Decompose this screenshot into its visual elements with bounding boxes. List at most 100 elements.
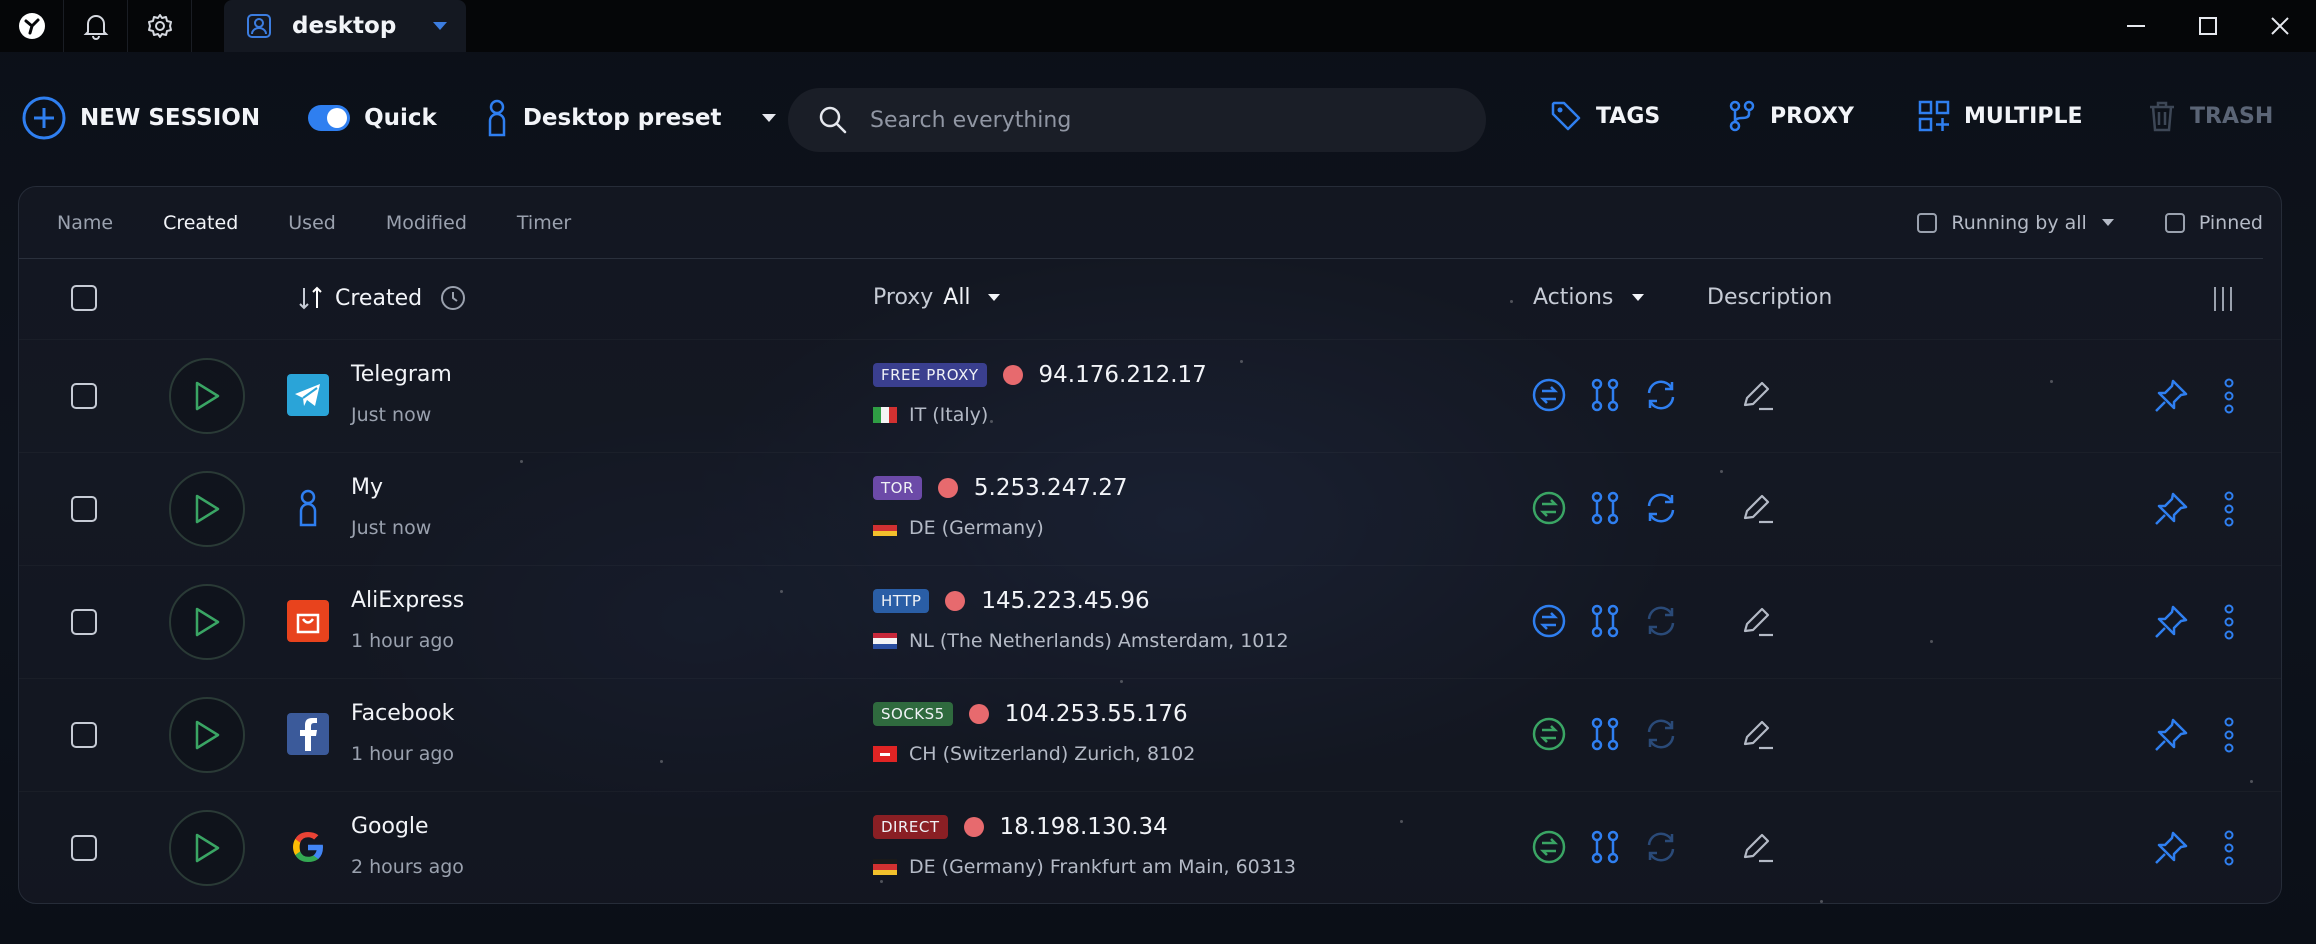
tab-timer[interactable]: Timer xyxy=(517,212,571,234)
chevron-down-icon[interactable] xyxy=(1631,293,1645,302)
running-by-all-checkbox[interactable] xyxy=(1917,212,1938,233)
launch-button[interactable] xyxy=(169,697,245,773)
launch-button[interactable] xyxy=(169,810,245,886)
refresh-icon[interactable] xyxy=(1643,716,1679,752)
chevron-down-icon[interactable] xyxy=(987,293,1001,302)
row-checkbox[interactable] xyxy=(71,609,97,635)
tab-name[interactable]: Name xyxy=(57,212,113,234)
settings-button[interactable] xyxy=(128,0,192,52)
refresh-icon[interactable] xyxy=(1643,829,1679,865)
proxy-ip[interactable]: 145.223.45.96 xyxy=(981,588,1149,614)
created-header-label: Created xyxy=(335,285,423,311)
tab-used[interactable]: Used xyxy=(288,212,336,234)
tags-button[interactable]: TAGS xyxy=(1550,100,1660,132)
swap-icon[interactable] xyxy=(1531,716,1567,752)
swap-icon[interactable] xyxy=(1531,490,1567,526)
proxy-change-icon[interactable] xyxy=(1587,603,1623,639)
proxy-column-header[interactable]: Proxy All xyxy=(873,285,1001,310)
more-options-icon[interactable] xyxy=(2223,491,2235,527)
close-button[interactable] xyxy=(2244,0,2316,52)
multiple-button[interactable]: MULTIPLE xyxy=(1918,100,2083,132)
new-session-button[interactable]: NEW SESSION xyxy=(22,96,260,140)
table-row[interactable]: Facebook 1 hour ago SOCKS5 104.253.55.17… xyxy=(19,678,2281,791)
refresh-icon[interactable] xyxy=(1643,377,1679,413)
edit-icon[interactable] xyxy=(1741,379,1775,413)
more-options-icon[interactable] xyxy=(2223,604,2235,640)
table-row[interactable]: Google 2 hours ago DIRECT 18.198.130.34 … xyxy=(19,791,2281,903)
quick-switch[interactable] xyxy=(308,105,351,131)
row-checkbox[interactable] xyxy=(71,383,97,409)
swap-icon[interactable] xyxy=(1531,377,1567,413)
proxy-filter-value: All xyxy=(943,285,971,310)
session-name[interactable]: Facebook xyxy=(351,701,454,726)
created-column-header[interactable]: Created xyxy=(297,285,466,311)
more-options-icon[interactable] xyxy=(2223,378,2235,414)
chevron-down-icon[interactable] xyxy=(761,113,777,123)
refresh-icon[interactable] xyxy=(1643,490,1679,526)
row-checkbox[interactable] xyxy=(71,496,97,522)
proxy-button[interactable]: PROXY xyxy=(1728,100,1854,132)
swap-icon[interactable] xyxy=(1531,603,1567,639)
notifications-button[interactable] xyxy=(64,0,128,52)
pinned-checkbox[interactable] xyxy=(2164,212,2185,233)
trash-label: TRASH xyxy=(2190,103,2274,129)
more-options-icon[interactable] xyxy=(2223,717,2235,753)
preset-select[interactable]: Desktop preset xyxy=(485,99,778,137)
edit-icon[interactable] xyxy=(1741,605,1775,639)
search-input[interactable] xyxy=(870,107,1430,133)
session-name[interactable]: My xyxy=(351,475,383,500)
pin-icon[interactable] xyxy=(2153,491,2189,527)
quick-toggle[interactable]: Quick xyxy=(308,105,437,131)
table-row[interactable]: My Just now TOR 5.253.247.27 DE (Germany… xyxy=(19,452,2281,565)
swap-icon[interactable] xyxy=(1531,829,1567,865)
pin-icon[interactable] xyxy=(2153,604,2189,640)
columns-icon[interactable] xyxy=(2209,285,2237,313)
pin-icon[interactable] xyxy=(2153,378,2189,414)
session-name[interactable]: Google xyxy=(351,814,429,839)
app-logo-button[interactable] xyxy=(0,0,64,52)
pin-icon[interactable] xyxy=(2153,830,2189,866)
actions-column-header[interactable]: Actions xyxy=(1533,285,1645,310)
proxy-change-icon[interactable] xyxy=(1587,716,1623,752)
edit-icon[interactable] xyxy=(1741,831,1775,865)
session-name[interactable]: Telegram xyxy=(351,362,452,387)
search-bar[interactable] xyxy=(788,88,1486,152)
launch-button[interactable] xyxy=(169,358,245,434)
row-checkbox[interactable] xyxy=(71,722,97,748)
proxy-ip[interactable]: 104.253.55.176 xyxy=(1005,701,1188,727)
plus-circle-icon xyxy=(22,96,66,140)
tags-label: TAGS xyxy=(1596,103,1661,129)
new-session-label: NEW SESSION xyxy=(80,105,261,131)
sort-tabs: Name Created Used Modified Timer Running… xyxy=(19,187,2263,259)
launch-button[interactable] xyxy=(169,584,245,660)
proxy-change-icon[interactable] xyxy=(1587,377,1623,413)
chevron-down-icon[interactable] xyxy=(432,21,448,31)
tab-created[interactable]: Created xyxy=(163,212,238,234)
proxy-location-label: DE (Germany) Frankfurt am Main, 60313 xyxy=(909,856,1297,878)
edit-icon[interactable] xyxy=(1741,718,1775,752)
proxy-change-icon[interactable] xyxy=(1587,490,1623,526)
minimize-button[interactable] xyxy=(2100,0,2172,52)
proxy-ip[interactable]: 94.176.212.17 xyxy=(1039,362,1207,388)
play-icon xyxy=(195,494,220,524)
row-checkbox[interactable] xyxy=(71,835,97,861)
tab-desktop[interactable]: desktop xyxy=(224,0,466,52)
refresh-icon[interactable] xyxy=(1643,603,1679,639)
table-row[interactable]: Telegram Just now FREE PROXY 94.176.212.… xyxy=(19,339,2281,452)
proxy-change-icon[interactable] xyxy=(1587,829,1623,865)
proxy-ip[interactable]: 5.253.247.27 xyxy=(974,475,1128,501)
chevron-down-icon[interactable] xyxy=(2101,218,2115,227)
edit-icon[interactable] xyxy=(1741,492,1775,526)
select-all-checkbox[interactable] xyxy=(71,285,97,311)
proxy-ip[interactable]: 18.198.130.34 xyxy=(1000,814,1168,840)
tab-modified[interactable]: Modified xyxy=(386,212,467,234)
pin-icon[interactable] xyxy=(2153,717,2189,753)
session-name[interactable]: AliExpress xyxy=(351,588,464,613)
more-options-icon[interactable] xyxy=(2223,830,2235,866)
proxy-type-badge: SOCKS5 xyxy=(873,702,953,726)
launch-button[interactable] xyxy=(169,471,245,547)
row-actions xyxy=(1531,716,1679,752)
trash-button[interactable]: TRASH xyxy=(2148,100,2273,132)
maximize-button[interactable] xyxy=(2172,0,2244,52)
table-row[interactable]: AliExpress 1 hour ago HTTP 145.223.45.96… xyxy=(19,565,2281,678)
